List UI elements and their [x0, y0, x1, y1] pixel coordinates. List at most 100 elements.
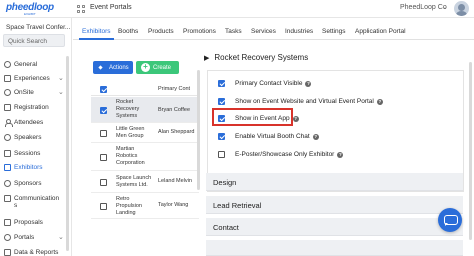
tab-tasks[interactable]: Tasks [225, 28, 242, 35]
column-header-contact[interactable]: Primary Cont [158, 86, 190, 92]
chevron-down-icon[interactable]: ⌄ [442, 3, 448, 11]
setting-primary-contact-visible[interactable]: Primary Contact Visible? [216, 78, 456, 90]
portal-icon [4, 234, 11, 241]
ticket-icon [4, 104, 11, 111]
star-icon [4, 75, 11, 82]
tab-services[interactable]: Services [251, 28, 276, 35]
sidebar-item-portals[interactable]: Portals ⌄ [3, 232, 65, 244]
primary-contact: Taylor Wang [158, 202, 189, 208]
chevron-down-icon: ⌄ [58, 234, 64, 241]
section-design[interactable]: Design [206, 173, 463, 191]
checkbox[interactable] [218, 98, 225, 105]
checkbox[interactable] [218, 133, 225, 140]
tab-bar: Exhibitors Booths Products Promotions Ta… [73, 24, 474, 40]
apps-grid-icon[interactable] [77, 5, 85, 13]
sidebar-item-proposals[interactable]: Proposals [3, 217, 65, 229]
plus-icon: + [141, 63, 150, 72]
exhibitor-name: Space Launch Systems Ltd. [116, 175, 152, 188]
pheedloop-logo[interactable]: pheedloop EXHIBIT [6, 2, 62, 16]
page-title: Event Portals [90, 4, 132, 11]
event-name[interactable]: Space Travel Confer... [6, 24, 70, 31]
primary-contact: Leland Melvin [158, 178, 192, 184]
caret-icon [98, 65, 103, 70]
sidebar-item-general[interactable]: General [3, 59, 65, 71]
tab-products[interactable]: Products [148, 28, 174, 35]
primary-contact: Bryan Coffee [158, 107, 191, 113]
sidebar-item-sessions[interactable]: Sessions [3, 148, 65, 160]
sidebar-item-onsite[interactable]: OnSite ⌄ [3, 87, 65, 99]
active-tab-indicator [79, 38, 114, 40]
caret-right-icon: ▶ [204, 55, 210, 62]
sidebar-item-speakers[interactable]: Speakers [3, 132, 65, 144]
sidebar-item-exhibitors[interactable]: Exhibitors [3, 162, 65, 174]
select-all-checkbox[interactable] [100, 86, 107, 93]
list-scrollbar[interactable] [197, 70, 200, 190]
chat-support-button[interactable] [438, 208, 462, 232]
badge-icon [4, 180, 11, 187]
row-checkbox[interactable] [100, 154, 107, 161]
tab-settings[interactable]: Settings [322, 28, 346, 35]
user-name[interactable]: PheedLoop Co [400, 4, 447, 11]
table-row[interactable]: Rocket Recovery Systems Bryan Coffee [91, 97, 199, 123]
location-icon [4, 89, 11, 96]
tab-promotions[interactable]: Promotions [183, 28, 216, 35]
microphone-icon [4, 134, 11, 141]
checkbox[interactable] [218, 151, 225, 158]
quick-search-input[interactable]: Quick Search [3, 34, 65, 47]
sidebar-item-registration[interactable]: Registration [3, 102, 65, 114]
setting-eposter-showcase-only[interactable]: E-Poster/Showcase Only Exhibitor? [216, 149, 456, 161]
exhibitor-name: Retro Propulsion Landing [116, 196, 142, 216]
section-next[interactable] [206, 240, 463, 256]
sidebar-scrollbar[interactable] [66, 56, 69, 251]
store-icon [4, 164, 11, 171]
row-checkbox[interactable] [100, 107, 107, 114]
list-header: Primary Cont [91, 82, 199, 96]
chart-icon [4, 249, 11, 256]
users-icon [4, 119, 13, 127]
calendar-icon [4, 150, 11, 157]
exhibitor-list: Actions + Create Primary Cont Rocket Reco… [91, 58, 199, 256]
exhibitor-name: Martian Robotics Corporation [116, 146, 145, 166]
table-row[interactable]: Retro Propulsion Landing Taylor Wang [91, 193, 199, 219]
primary-contact: Alan Sheppard [158, 129, 195, 135]
highlight-annotation [212, 108, 293, 126]
row-checkbox[interactable] [100, 130, 107, 137]
section-lead-retrieval[interactable]: Lead Retrieval [206, 196, 463, 214]
checkbox[interactable] [218, 80, 225, 87]
chevron-down-icon: ⌄ [58, 75, 64, 82]
exhibitor-name: Little Green Men Group [116, 126, 145, 139]
gear-icon [4, 61, 11, 68]
table-row[interactable]: Martian Robotics Corporation [91, 143, 199, 171]
section-contact[interactable]: Contact [206, 218, 463, 236]
row-checkbox[interactable] [100, 203, 107, 210]
help-icon[interactable]: ? [305, 80, 312, 87]
tab-booths[interactable]: Booths [118, 28, 138, 35]
actions-button[interactable]: Actions [93, 61, 133, 74]
tab-application-portal[interactable]: Application Portal [355, 28, 406, 35]
help-icon[interactable]: ? [376, 98, 383, 105]
sidebar-item-sponsors[interactable]: Sponsors [3, 178, 65, 190]
avatar[interactable] [454, 1, 469, 16]
help-icon[interactable]: ? [292, 115, 299, 122]
table-row[interactable]: Little Green Men Group Alan Sheppard [91, 123, 199, 143]
document-icon [4, 219, 11, 226]
sidebar-item-attendees[interactable]: Attendees [3, 117, 65, 129]
table-row[interactable]: Space Launch Systems Ltd. Leland Melvin [91, 171, 199, 193]
sidebar: Space Travel Confer... Quick Search Gene… [0, 18, 72, 256]
tab-industries[interactable]: Industries [285, 28, 313, 35]
setting-show-on-event-website[interactable]: Show on Event Website and Virtual Event … [216, 96, 456, 108]
exhibitor-name: Rocket Recovery Systems [116, 99, 140, 119]
detail-scrollbar[interactable] [469, 62, 472, 240]
message-icon [4, 195, 11, 202]
detail-title[interactable]: ▶ Rocket Recovery Systems [204, 53, 308, 62]
setting-enable-virtual-booth-chat[interactable]: Enable Virtual Booth Chat? [216, 131, 456, 143]
chevron-down-icon: ⌄ [58, 89, 64, 96]
sidebar-item-data-reports[interactable]: Data & Reports [3, 247, 65, 256]
sidebar-item-experiences[interactable]: Experiences ⌄ [3, 73, 65, 85]
sidebar-item-communications[interactable]: Communication s [3, 193, 65, 213]
create-button[interactable]: + Create [136, 61, 179, 74]
help-icon[interactable]: ? [312, 133, 319, 140]
row-checkbox[interactable] [100, 179, 107, 186]
help-icon[interactable]: ? [337, 151, 344, 158]
tab-exhibitors[interactable]: Exhibitors [82, 28, 111, 35]
